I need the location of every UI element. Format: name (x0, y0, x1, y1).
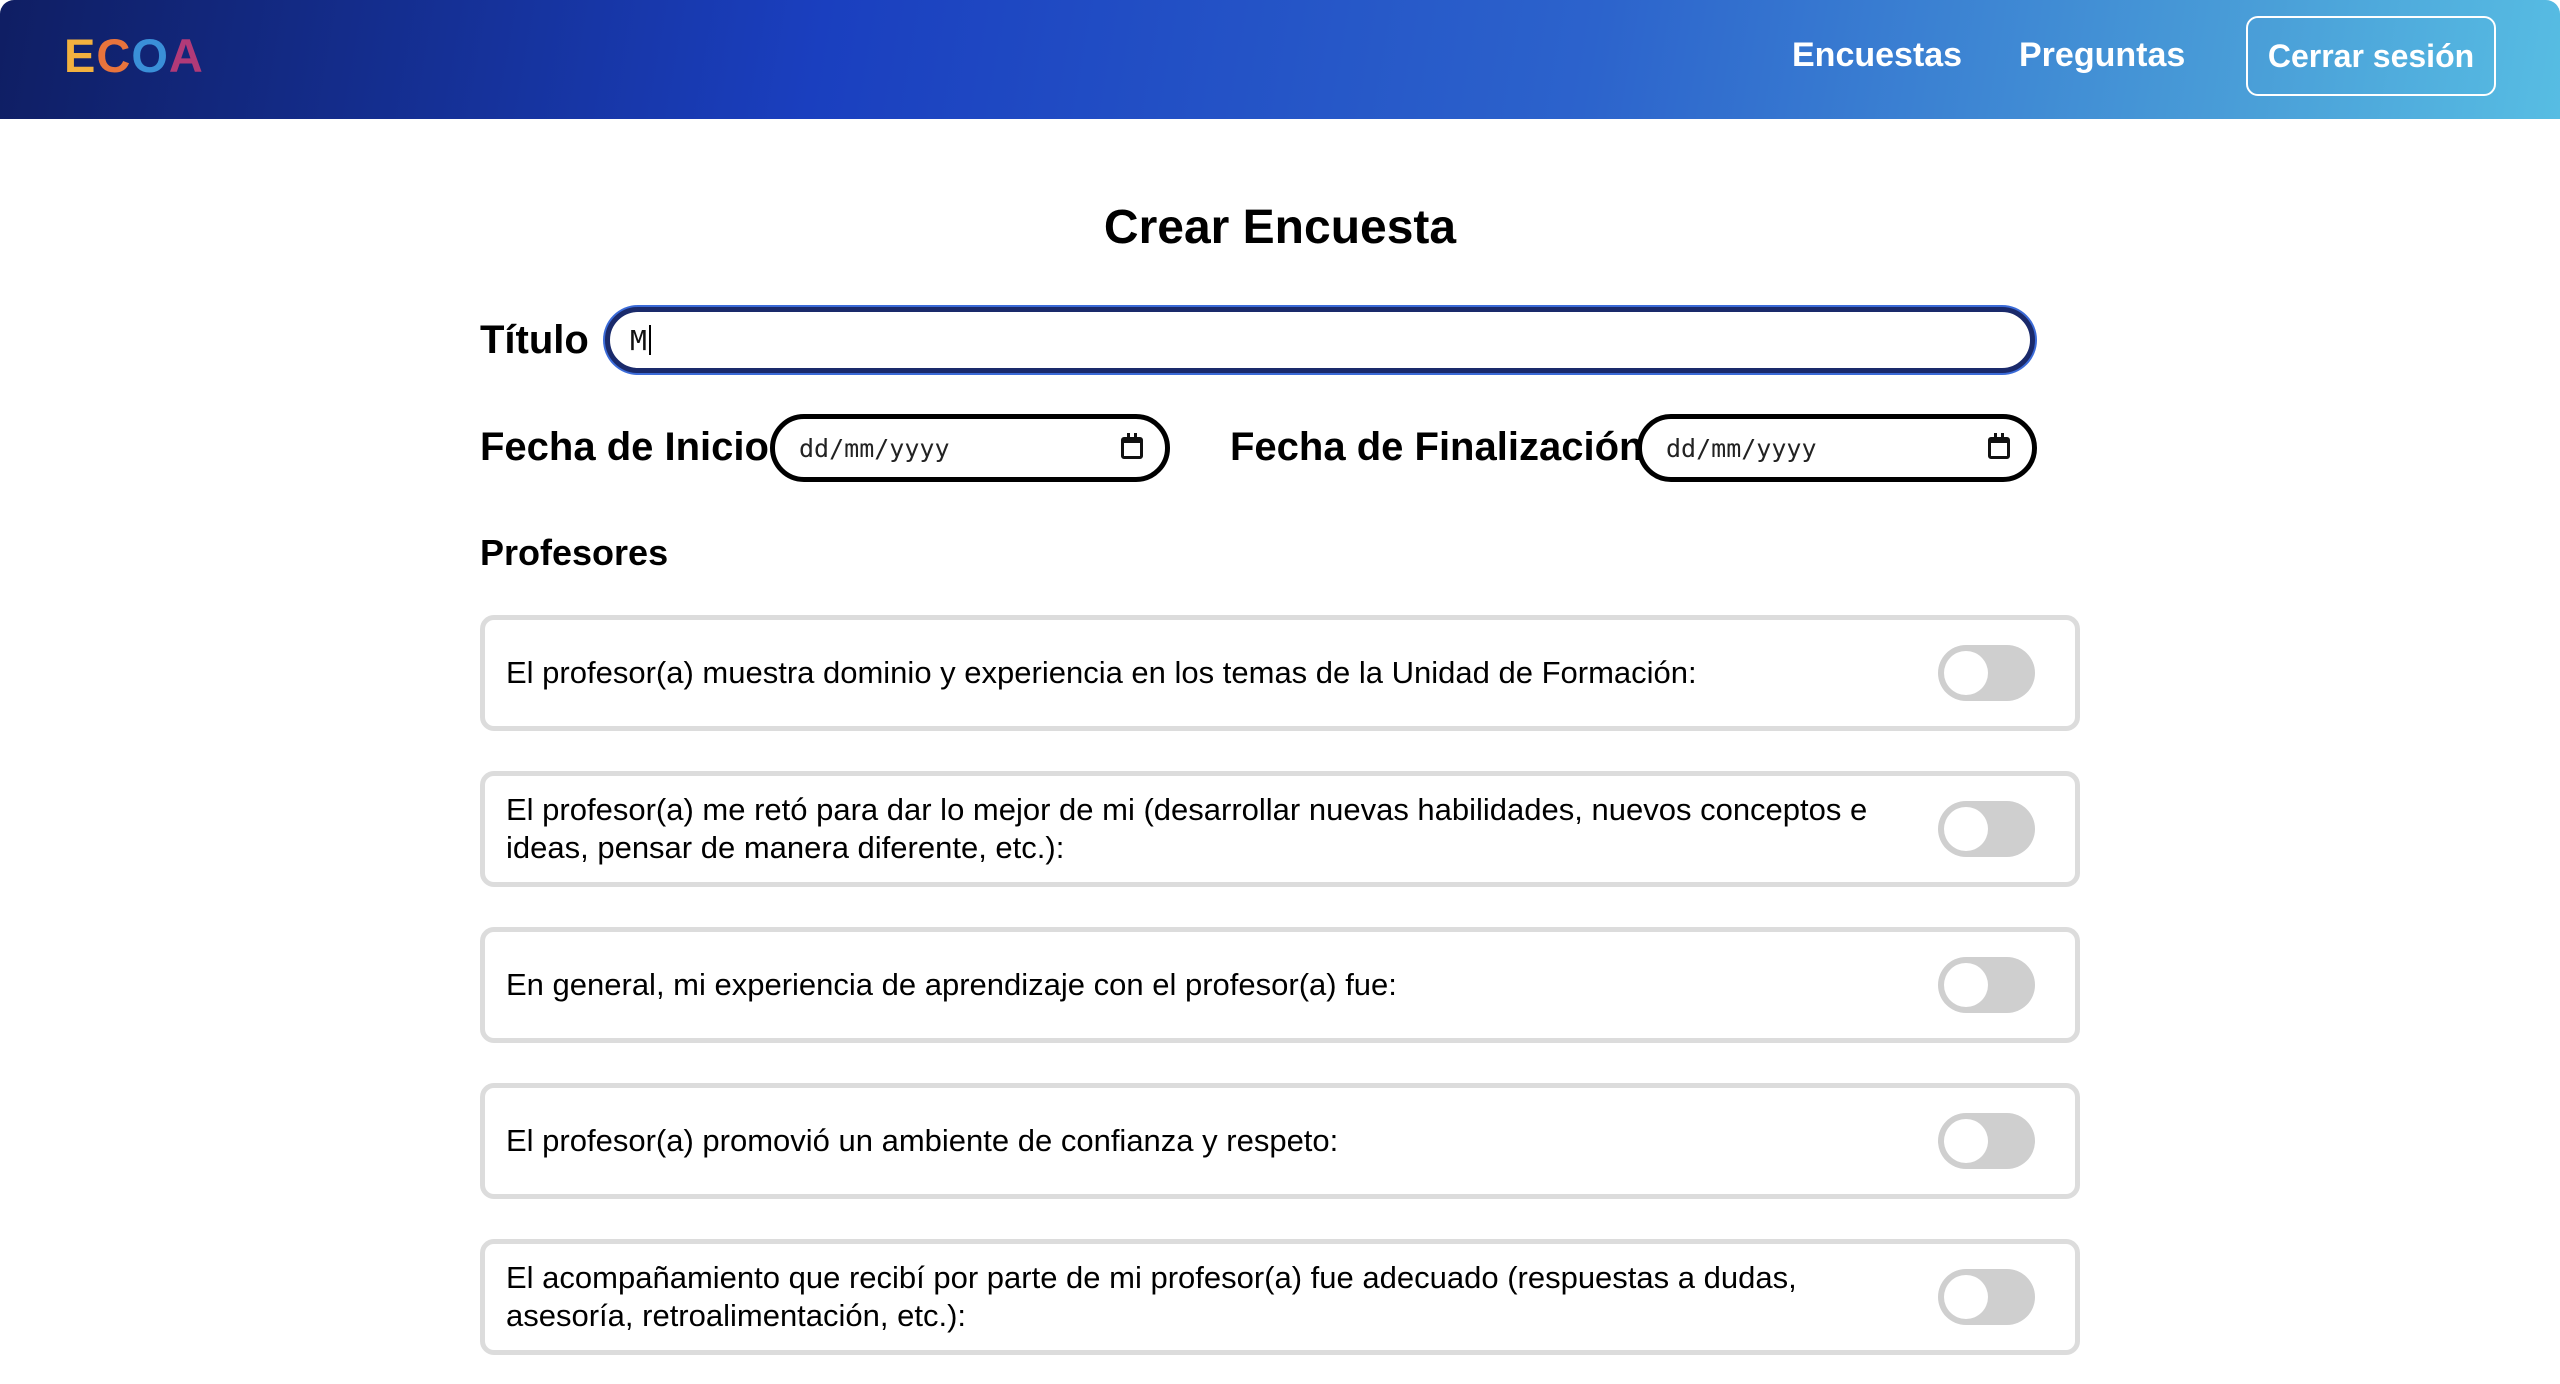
end-date-placeholder: dd/mm/yyyy (1666, 433, 1817, 463)
toggle-knob (1944, 651, 1988, 695)
toggle-knob (1944, 963, 1988, 1007)
question-toggle[interactable] (1938, 801, 2035, 857)
question-text: El profesor(a) muestra dominio y experie… (506, 655, 1697, 690)
start-date-placeholder: dd/mm/yyyy (799, 433, 950, 463)
question-text: El profesor(a) promovió un ambiente de c… (506, 1123, 1339, 1158)
question-toggle[interactable] (1938, 1113, 2035, 1169)
question-card: El acompañamiento que recibí por parte d… (480, 1239, 2080, 1355)
nav-preguntas-link[interactable]: Preguntas (2019, 32, 2185, 78)
toggle-knob (1944, 807, 1988, 851)
title-label: Título (480, 318, 589, 362)
question-text: En general, mi experiencia de aprendizaj… (506, 967, 1397, 1002)
question-text: El profesor(a) me retó para dar lo mejor… (506, 792, 1868, 865)
question-text: El acompañamiento que recibí por parte d… (506, 1260, 1797, 1333)
section-title-profesores: Profesores (480, 532, 669, 573)
title-input-value: M (630, 323, 647, 357)
page-title: Crear Encuesta (1103, 201, 1457, 254)
top-nav-bar: ECOA Encuestas Preguntas Cerrar sesión (0, 0, 2560, 119)
start-date-input[interactable]: dd/mm/yyyy (770, 414, 1170, 482)
question-toggle[interactable] (1938, 1269, 2035, 1325)
calendar-icon[interactable] (1988, 433, 2010, 459)
question-card: El profesor(a) promovió un ambiente de c… (480, 1083, 2080, 1199)
logout-button[interactable]: Cerrar sesión (2246, 16, 2496, 96)
question-card: El profesor(a) muestra dominio y experie… (480, 615, 2080, 731)
start-date-label: Fecha de Inicio (480, 425, 769, 469)
end-date-label: Fecha de Finalización (1230, 425, 1644, 469)
question-card: El profesor(a) me retó para dar lo mejor… (480, 771, 2080, 887)
end-date-input[interactable]: dd/mm/yyyy (1637, 414, 2037, 482)
title-input[interactable]: M (605, 307, 2035, 373)
question-toggle[interactable] (1938, 957, 2035, 1013)
nav-encuestas-link[interactable]: Encuestas (1792, 32, 1962, 78)
toggle-knob (1944, 1275, 1988, 1319)
calendar-icon[interactable] (1121, 433, 1143, 459)
question-card: En general, mi experiencia de aprendizaj… (480, 927, 2080, 1043)
toggle-knob (1944, 1119, 1988, 1163)
text-caret (648, 325, 651, 355)
question-toggle[interactable] (1938, 645, 2035, 701)
ecoa-logo[interactable]: ECOA (64, 30, 204, 82)
